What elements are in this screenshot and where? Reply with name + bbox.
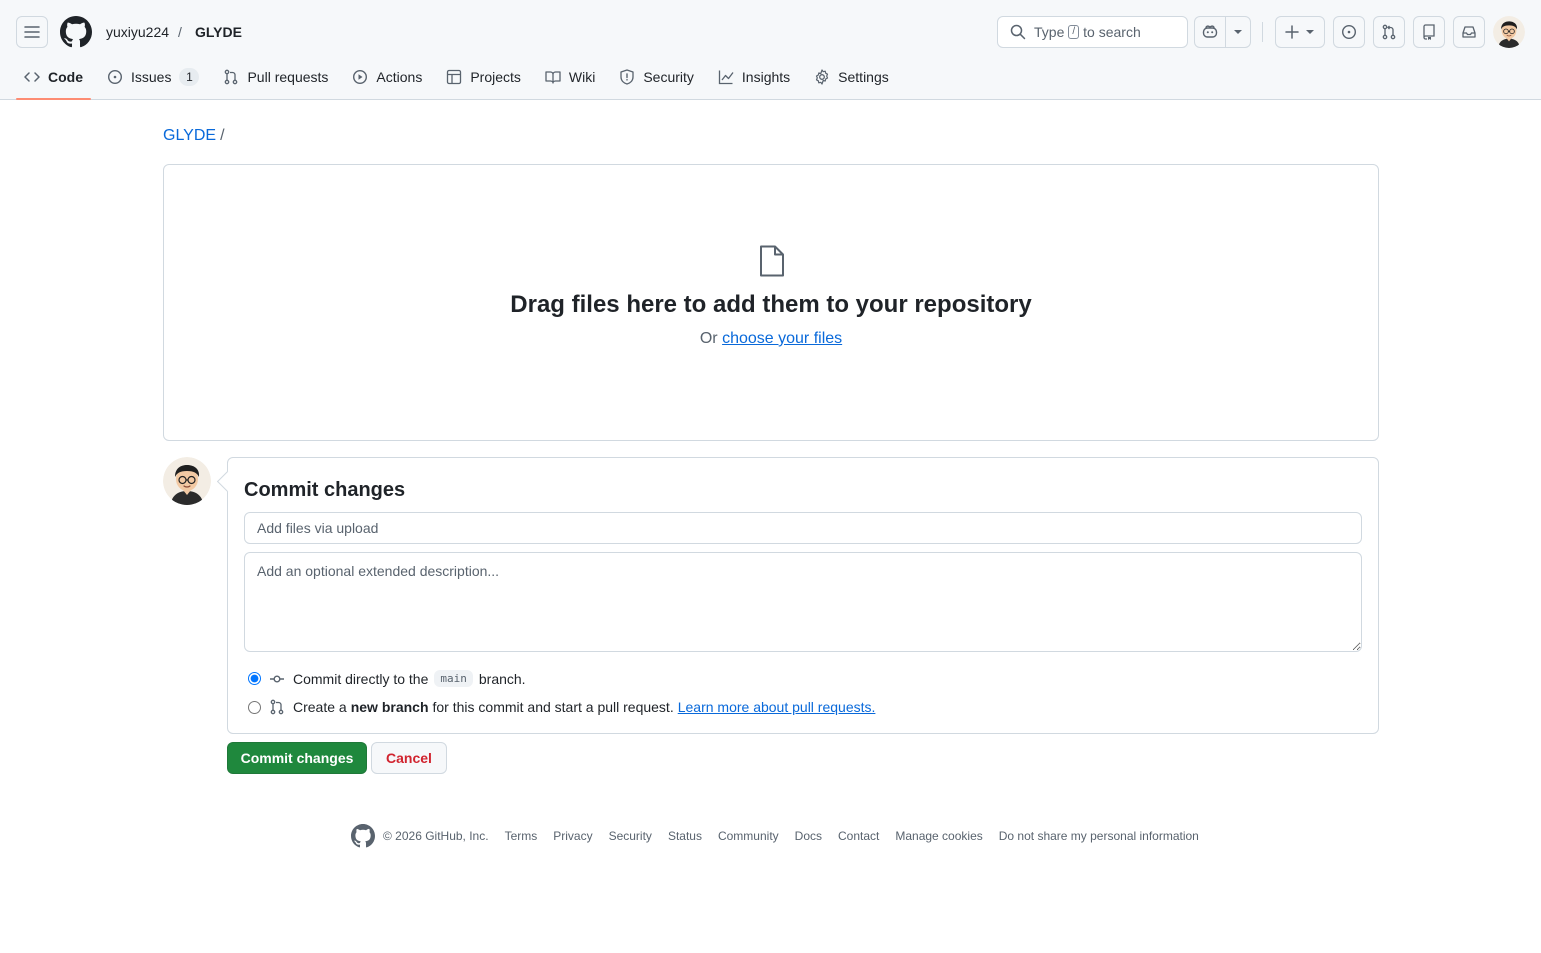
create-new-button[interactable] (1275, 16, 1325, 48)
play-icon (353, 69, 368, 85)
new-branch-radio[interactable] (248, 700, 261, 714)
footer-link-terms[interactable]: Terms (505, 829, 538, 843)
page-footer: © 2026 GitHub, Inc. Terms Privacy Securi… (351, 824, 1215, 848)
tab-wiki-label: Wiki (568, 69, 596, 85)
inbox-icon (1462, 26, 1476, 38)
tab-actions-label: Actions (376, 69, 423, 85)
issues-counter: 1 (179, 68, 200, 86)
shield-icon (620, 69, 634, 85)
hamburger-icon (24, 26, 40, 38)
repo-link[interactable]: GLYDE (195, 24, 242, 40)
search-input[interactable]: Type / to search (997, 16, 1188, 48)
dropzone-subtitle: Or choose your files (164, 330, 1378, 348)
commit-description-textarea[interactable] (244, 552, 1362, 652)
copilot-icon (1202, 25, 1218, 38)
search-suffix: to search (1083, 24, 1141, 40)
footer-link-do-not-share[interactable]: Do not share my personal information (999, 829, 1199, 843)
tab-security[interactable]: Security (611, 60, 702, 94)
tab-issues[interactable]: Issues 1 (99, 60, 207, 94)
header-divider (1262, 22, 1263, 42)
search-shortcut-key: / (1068, 25, 1080, 39)
copilot-menu-button[interactable] (1225, 16, 1251, 48)
commit-direct-option[interactable]: Commit directly to the main branch. (248, 670, 526, 687)
hamburger-menu-button[interactable] (16, 16, 48, 48)
commit-changes-button[interactable]: Commit changes (227, 742, 367, 774)
tab-wiki[interactable]: Wiki (537, 60, 603, 94)
footer-copyright: © 2026 GitHub, Inc. (383, 829, 489, 843)
tab-security-label: Security (643, 69, 694, 85)
new-branch-bold: new branch (350, 699, 429, 715)
repo-icon (1423, 24, 1435, 40)
tab-actions[interactable]: Actions (344, 60, 430, 94)
footer-link-status[interactable]: Status (668, 829, 702, 843)
footer-link-community[interactable]: Community (718, 829, 779, 843)
issue-opened-icon (1341, 24, 1357, 40)
new-branch-prefix: Create a (293, 699, 347, 715)
breadcrumb-repo-link[interactable]: GLYDE (163, 127, 216, 144)
commit-direct-prefix: Commit directly to the (293, 670, 429, 687)
inbox-button[interactable] (1453, 16, 1485, 48)
breadcrumb-separator: / (220, 127, 225, 144)
chevron-down-icon (1306, 30, 1314, 34)
new-branch-option[interactable]: Create a new branch for this commit and … (248, 699, 875, 715)
github-logo-icon[interactable] (60, 16, 92, 48)
dropzone-title: Drag files here to add them to your repo… (510, 291, 1032, 318)
breadcrumb-separator: / (178, 24, 182, 40)
commit-message-input[interactable] (244, 512, 1362, 544)
repositories-button[interactable] (1413, 16, 1445, 48)
code-icon (24, 72, 40, 82)
footer-link-contact[interactable]: Contact (838, 829, 879, 843)
app-header: yuxiyu224 / GLYDE Type / to search Code … (0, 0, 1541, 100)
tab-projects-label: Projects (470, 69, 521, 85)
pull-requests-button[interactable] (1373, 16, 1405, 48)
git-commit-icon (270, 674, 284, 682)
issue-opened-icon (107, 69, 123, 85)
owner-link[interactable]: yuxiyu224 (106, 24, 169, 40)
file-icon (759, 245, 785, 280)
gear-icon (816, 69, 829, 85)
tab-code-label: Code (48, 69, 83, 85)
issues-button[interactable] (1333, 16, 1365, 48)
graph-icon (718, 70, 734, 85)
book-icon (545, 71, 561, 84)
tab-code[interactable]: Code (16, 60, 91, 100)
commit-form-title: Commit changes (244, 479, 406, 501)
user-avatar[interactable] (1493, 16, 1525, 48)
file-dropzone[interactable]: Drag files here to add them to your repo… (163, 164, 1379, 441)
tab-pull-requests[interactable]: Pull requests (215, 60, 336, 94)
copilot-button[interactable] (1194, 16, 1226, 48)
branch-name: main (434, 670, 473, 687)
search-icon (1010, 24, 1026, 40)
footer-link-security[interactable]: Security (609, 829, 652, 843)
tab-pull-requests-label: Pull requests (247, 69, 329, 85)
cancel-button[interactable]: Cancel (371, 742, 447, 774)
choose-files-link[interactable]: choose your files (722, 330, 842, 347)
dropzone-or: Or (699, 330, 718, 347)
commit-direct-suffix: branch. (478, 670, 526, 687)
committer-avatar (163, 457, 211, 505)
tab-issues-label: Issues (131, 69, 172, 85)
footer-link-privacy[interactable]: Privacy (553, 829, 592, 843)
tab-settings-label: Settings (838, 69, 889, 85)
git-pull-request-icon (1382, 24, 1396, 40)
footer-link-docs[interactable]: Docs (795, 829, 822, 843)
upload-breadcrumb: GLYDE / (163, 127, 225, 145)
learn-more-pull-requests-link[interactable]: Learn more about pull requests. (678, 699, 876, 715)
git-pull-request-icon (225, 69, 238, 85)
footer-link-manage-cookies[interactable]: Manage cookies (895, 829, 982, 843)
table-icon (447, 69, 462, 85)
tab-insights[interactable]: Insights (710, 60, 798, 94)
tab-insights-label: Insights (741, 69, 791, 85)
chevron-down-icon (1234, 30, 1242, 34)
plus-icon (1285, 25, 1299, 39)
tab-projects[interactable]: Projects (438, 60, 529, 94)
git-pull-request-icon (270, 699, 284, 715)
repo-nav: Code Issues 1 Pull requests Actions Proj… (16, 60, 905, 100)
new-branch-suffix: for this commit and start a pull request… (432, 699, 674, 715)
tab-settings[interactable]: Settings (806, 60, 897, 94)
commit-form: Commit changes Commit directly to the ma… (227, 457, 1379, 734)
commit-direct-radio[interactable] (248, 672, 261, 685)
github-logo-icon[interactable] (351, 824, 375, 848)
search-prefix: Type (1034, 24, 1065, 40)
